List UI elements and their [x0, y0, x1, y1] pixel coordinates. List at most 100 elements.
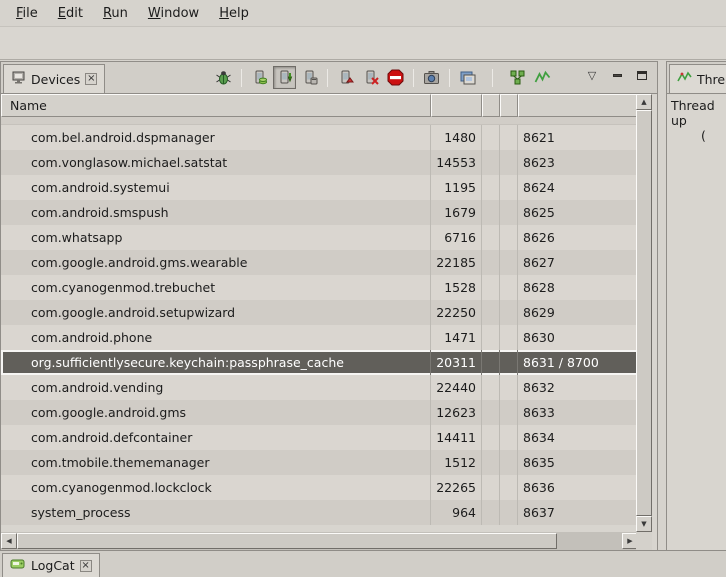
vertical-scrollbar[interactable]: ▲ ▼	[636, 94, 652, 532]
cell-empty	[482, 300, 500, 325]
scroll-left-icon[interactable]: ◀	[1, 533, 17, 549]
stop-profiling-button[interactable]	[359, 66, 382, 89]
toolbar-separator	[492, 69, 493, 87]
logcat-tab-close-icon[interactable]: ×	[80, 560, 92, 572]
table-row[interactable]: com.google.android.gms.wearable22185 8627	[1, 250, 638, 275]
scroll-down-icon[interactable]: ▼	[636, 516, 652, 532]
process-port: 8632	[518, 375, 638, 400]
stop-process-icon	[387, 69, 404, 86]
cell-empty	[482, 500, 500, 525]
view-hierarchy-icon	[459, 69, 476, 86]
cell-empty	[500, 325, 518, 350]
view-hierarchy-button[interactable]	[456, 66, 479, 89]
process-pid: 1512	[431, 450, 482, 475]
method-profiling-icon	[534, 69, 551, 86]
cell-empty	[500, 250, 518, 275]
cell-empty	[482, 475, 500, 500]
tab-devices[interactable]: Devices ×	[3, 64, 105, 93]
toolbar-separator	[413, 69, 414, 87]
table-row[interactable]: com.android.defcontainer144118634	[1, 425, 638, 450]
device-table-rows: com.bel.android.dspmanager1480 8621com.vo…	[1, 125, 638, 525]
column-header-pid[interactable]	[431, 94, 482, 117]
method-profiling-button[interactable]	[531, 66, 554, 89]
debug-icon	[215, 69, 232, 86]
screen-capture-icon	[423, 69, 440, 86]
table-row[interactable]: com.bel.android.dspmanager1480 8621	[1, 125, 638, 150]
column-header-empty[interactable]	[500, 94, 518, 117]
update-threads-button[interactable]	[334, 66, 357, 89]
cell-empty	[500, 200, 518, 225]
stop-profiling-icon	[362, 69, 379, 86]
scrollbar-corner	[636, 532, 652, 550]
scroll-up-icon[interactable]: ▲	[636, 94, 652, 110]
tab-threads[interactable]: Threads	[669, 64, 726, 93]
table-row[interactable]: com.vonglasow.michael.satstat145538623	[1, 150, 638, 175]
table-row[interactable]: com.google.android.gms126238633	[1, 400, 638, 425]
table-row[interactable]: com.cyanogenmod.trebuchet15288628	[1, 275, 638, 300]
menu-window[interactable]: Window	[138, 2, 209, 25]
dump-hprof-button[interactable]	[273, 66, 296, 89]
table-row[interactable]: com.android.systemui11958624	[1, 175, 638, 200]
stop-process-button[interactable]	[384, 66, 407, 89]
menu-file[interactable]: File	[6, 2, 48, 25]
process-name: com.android.vending	[1, 375, 431, 400]
table-row[interactable]: com.google.android.setupwizard222508629	[1, 300, 638, 325]
view-menu-icon[interactable]: ▽	[585, 68, 599, 82]
maximize-icon[interactable]	[635, 68, 649, 82]
update-heap-button[interactable]	[248, 66, 271, 89]
table-row[interactable]: com.whatsapp67168626	[1, 225, 638, 250]
tree-view-icon	[509, 69, 526, 86]
cell-empty	[482, 250, 500, 275]
process-pid: 1679	[431, 200, 482, 225]
cell-empty	[500, 275, 518, 300]
process-port: 8628	[518, 275, 638, 300]
minimize-icon[interactable]	[610, 68, 624, 82]
process-pid: 1480	[431, 125, 482, 150]
process-port: 8625	[518, 200, 638, 225]
process-port: 8621	[518, 125, 638, 150]
process-port: 8626	[518, 225, 638, 250]
threads-tab-icon	[677, 70, 692, 88]
cell-empty	[500, 150, 518, 175]
screen-capture-button[interactable]	[420, 66, 443, 89]
process-port: 8624	[518, 175, 638, 200]
cause-gc-icon	[301, 69, 318, 86]
column-header-name[interactable]: Name	[1, 94, 431, 117]
menu-edit[interactable]: Edit	[48, 2, 93, 25]
process-pid: 22440	[431, 375, 482, 400]
tree-view-button[interactable]	[506, 66, 529, 89]
table-row[interactable]: com.android.phone14718630	[1, 325, 638, 350]
column-header-port[interactable]	[518, 94, 638, 117]
vertical-scrollbar-thumb[interactable]	[636, 110, 652, 516]
process-name: com.cyanogenmod.lockclock	[1, 475, 431, 500]
devices-view-header: Devices × ▽	[1, 62, 657, 94]
process-port: 8627	[518, 250, 638, 275]
horizontal-scrollbar-thumb[interactable]	[17, 533, 557, 549]
cell-empty	[482, 275, 500, 300]
cause-gc-button[interactable]	[298, 66, 321, 89]
table-row[interactable]: com.android.vending22440 8632	[1, 375, 638, 400]
process-name: com.google.android.gms.wearable	[1, 250, 431, 275]
threads-view-header: Threads	[667, 62, 726, 94]
table-row[interactable]: system_process9648637	[1, 500, 638, 525]
table-row[interactable]: org.sufficientlysecure.keychain:passphra…	[1, 350, 638, 375]
debug-button[interactable]	[212, 66, 235, 89]
table-row[interactable]: com.tmobile.thememanager15128635	[1, 450, 638, 475]
table-row[interactable]: com.cyanogenmod.lockclock222658636	[1, 475, 638, 500]
process-name: com.google.android.setupwizard	[1, 300, 431, 325]
cell-empty	[500, 300, 518, 325]
menu-run[interactable]: Run	[93, 2, 138, 25]
toolbar-separator	[449, 69, 450, 87]
cell-empty	[482, 325, 500, 350]
devices-tab-close-icon[interactable]: ×	[85, 73, 97, 85]
horizontal-scrollbar[interactable]: ◀ ▶	[1, 532, 638, 550]
menu-help[interactable]: Help	[209, 2, 259, 25]
column-header-empty[interactable]	[482, 94, 500, 117]
tab-logcat[interactable]: LogCat ×	[2, 553, 100, 577]
process-name: com.bel.android.dspmanager	[1, 125, 431, 150]
table-row[interactable]: com.android.smspush16798625	[1, 200, 638, 225]
toolbar-separator	[241, 69, 242, 87]
devices-tab-label: Devices	[31, 72, 80, 87]
process-pid: 22185	[431, 250, 482, 275]
process-name: com.android.phone	[1, 325, 431, 350]
